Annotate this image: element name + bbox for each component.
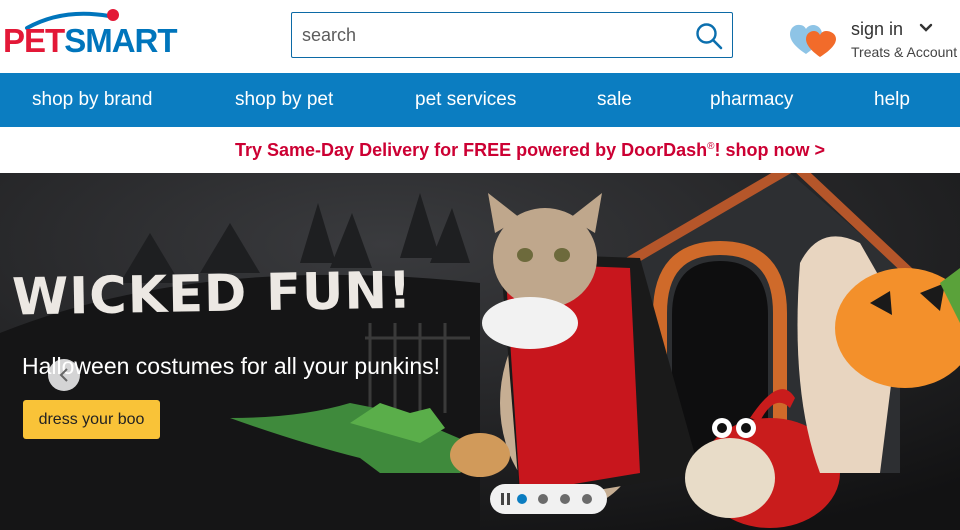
account-menu[interactable]: sign in Treats & Account: [790, 16, 960, 62]
pause-icon[interactable]: [501, 493, 511, 505]
registered-mark: ®: [707, 141, 715, 152]
doordash-promo-link[interactable]: Try Same-Day Delivery for FREE powered b…: [235, 140, 825, 161]
nav-pharmacy[interactable]: pharmacy: [710, 73, 793, 127]
logo-pet: PET: [3, 22, 65, 59]
logo-wordmark: PETSMART: [3, 22, 178, 59]
search-icon[interactable]: [694, 21, 724, 51]
nav-sale[interactable]: sale: [597, 73, 632, 127]
sign-in-label[interactable]: sign in: [851, 19, 903, 40]
site-header: PETSMART sign in Treats & Account: [0, 0, 960, 73]
logo-smart: SMART: [64, 22, 177, 59]
search-input[interactable]: [302, 22, 682, 48]
carousel-controls: [490, 484, 607, 514]
nav-pet-services[interactable]: pet services: [415, 73, 516, 127]
carousel-dot-3[interactable]: [560, 494, 570, 504]
carousel-dot-2[interactable]: [538, 494, 548, 504]
nav-shop-by-brand[interactable]: shop by brand: [32, 73, 152, 127]
promo-text-cta: ! shop now >: [714, 140, 826, 160]
hero-subtitle: Halloween costumes for all your punkins!: [22, 353, 441, 379]
carousel-dot-4[interactable]: [582, 494, 592, 504]
carousel-prev-button[interactable]: [48, 359, 80, 391]
dress-your-boo-button[interactable]: dress your boo: [23, 400, 160, 439]
treats-account-label[interactable]: Treats & Account: [851, 44, 957, 60]
petsmart-logo[interactable]: PETSMART: [3, 8, 198, 60]
hero-carousel: WICKED FUN! Halloween costumes for all y…: [0, 173, 960, 530]
chevron-down-icon[interactable]: [918, 20, 934, 36]
nav-shop-by-pet[interactable]: shop by pet: [235, 73, 333, 127]
promo-banner: Try Same-Day Delivery for FREE powered b…: [0, 127, 960, 173]
hearts-icon: [790, 24, 836, 57]
carousel-dot-1[interactable]: [517, 494, 527, 504]
chevron-left-icon: [59, 368, 68, 382]
promo-text-main: Try Same-Day Delivery for FREE powered b…: [235, 140, 708, 160]
search-box: [291, 12, 733, 58]
hero-title: WICKED FUN!: [11, 261, 413, 328]
nav-help[interactable]: help: [874, 73, 910, 127]
halloween-pets-image: [0, 173, 960, 530]
main-nav: shop by brand shop by pet pet services s…: [0, 73, 960, 127]
